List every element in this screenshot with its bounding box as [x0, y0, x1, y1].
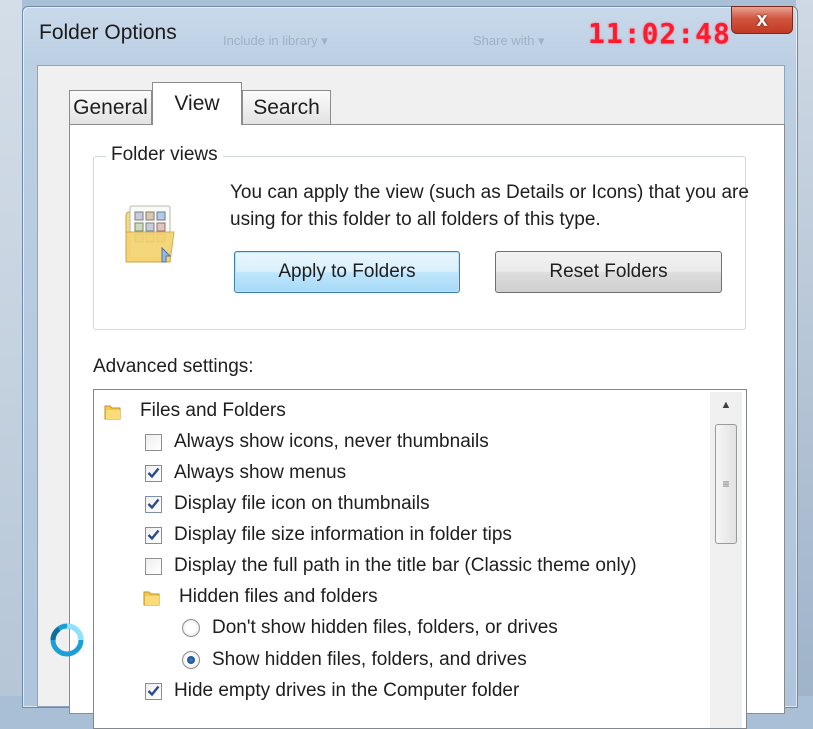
vertical-scrollbar[interactable]: ▲ ≡ [710, 392, 742, 728]
overlay-clock: 11:02:48 [588, 17, 731, 50]
desktop-background-right [796, 0, 813, 696]
advanced-settings-tree[interactable]: Files and Folders Always show icons, nev… [93, 389, 747, 729]
close-icon: x [756, 9, 768, 31]
checkbox-checked[interactable] [145, 464, 162, 482]
option-display-file-icon[interactable]: Display file icon on thumbnails [145, 489, 430, 519]
checkmark-icon [147, 685, 160, 697]
tab-general[interactable]: General [69, 90, 152, 124]
option-show-hidden[interactable]: Show hidden files, folders, and drives [182, 645, 527, 675]
option-label: Always show icons, never thumbnails [174, 431, 489, 452]
option-always-show-menus[interactable]: Always show menus [145, 458, 346, 488]
view-tab-panel: Folder views You can apply the view (suc… [69, 124, 785, 729]
option-always-show-icons[interactable]: Always show icons, never thumbnails [145, 427, 489, 457]
option-label: Display file icon on thumbnails [174, 493, 430, 514]
option-label: Display the full path in the title bar (… [174, 555, 637, 576]
checkbox-checked[interactable] [145, 526, 162, 544]
tree-folder-files-and-folders[interactable]: Files and Folders [104, 396, 286, 426]
tree-folder-hidden-files[interactable]: Hidden files and folders [143, 582, 378, 612]
checkbox[interactable] [145, 557, 162, 575]
option-label: Display file size information in folder … [174, 524, 512, 545]
close-button[interactable]: x [731, 6, 793, 34]
folder-view-icon [122, 202, 180, 271]
option-label: Show hidden files, folders, and drives [212, 649, 527, 670]
tab-search[interactable]: Search [242, 90, 331, 124]
dialog-client-area: General View Search Folder views You can… [37, 65, 785, 729]
apply-to-folders-button[interactable]: Apply to Folders [234, 251, 460, 293]
tree-folder-label: Files and Folders [140, 400, 286, 421]
checkbox-checked[interactable] [145, 682, 162, 700]
busy-spinner-icon [50, 623, 84, 657]
scrollbar-thumb[interactable]: ≡ [715, 424, 737, 544]
background-toolbar-ghost-2: Share with ▾ [473, 33, 545, 48]
radio-button-selected[interactable] [182, 651, 200, 669]
option-dont-show-hidden[interactable]: Don't show hidden files, folders, or dri… [182, 613, 558, 643]
radio-dot [187, 656, 195, 664]
advanced-settings-label: Advanced settings: [93, 356, 254, 377]
checkmark-icon [147, 529, 160, 541]
radio-button[interactable] [182, 619, 200, 637]
checkbox[interactable] [145, 433, 162, 451]
scroll-up-arrow-icon[interactable]: ▲ [710, 392, 742, 418]
folder-views-group: Folder views You can apply the view (suc… [93, 144, 749, 330]
title-bar[interactable]: Folder Options Include in library ▾ Shar… [23, 6, 797, 59]
window-title: Folder Options [39, 21, 177, 44]
folder-views-description: You can apply the view (such as Details … [230, 182, 749, 230]
reset-folders-button[interactable]: Reset Folders [495, 251, 722, 293]
option-label: Don't show hidden files, folders, or dri… [212, 617, 558, 638]
option-hide-empty-drives[interactable]: Hide empty drives in the Computer folder [145, 676, 519, 706]
background-toolbar-ghost: Include in library ▾ [223, 33, 328, 48]
tree-folder-label: Hidden files and folders [179, 586, 378, 607]
option-label: Hide empty drives in the Computer folder [174, 680, 520, 701]
checkmark-icon [147, 498, 160, 510]
option-display-file-size[interactable]: Display file size information in folder … [145, 520, 512, 550]
checkbox-checked[interactable] [145, 495, 162, 513]
option-display-full-path[interactable]: Display the full path in the title bar (… [145, 551, 637, 581]
folder-icon [143, 591, 160, 605]
desktop-background-left [0, 0, 22, 696]
option-label: Always show menus [174, 462, 347, 483]
folder-icon [104, 405, 121, 419]
tab-view[interactable]: View [152, 82, 242, 125]
checkmark-icon [147, 467, 160, 479]
folder-views-legend: Folder views [106, 144, 223, 166]
folder-options-dialog: Folder Options Include in library ▾ Shar… [22, 6, 798, 729]
